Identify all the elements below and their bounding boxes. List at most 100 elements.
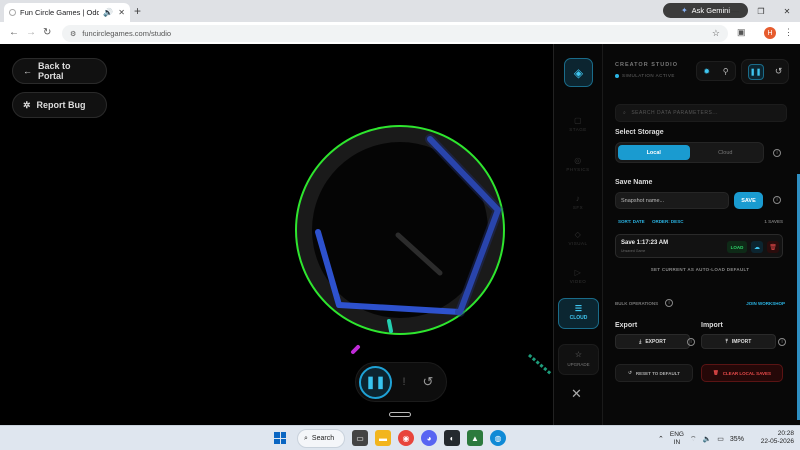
ball-cyan [387,319,393,333]
edge-icon[interactable]: ◍ [490,430,506,446]
creator-studio-panel: CREATOR STUDIO SIMULATION ACTIVE ✹ ⚲ ❚❚ … [603,44,800,425]
join-workshop-link[interactable]: JOIN WORKSHOP [746,301,785,306]
file-explorer-icon[interactable]: ▬ [375,430,391,446]
storage-toggle: Local Cloud [615,142,764,163]
panel-tool-group: ✹ ⚲ [696,61,736,81]
browser-tab-bar: Fun Circle Games | Oddly S 🔊 ✕ + ✦ Ask G… [0,0,800,22]
menu-icon[interactable]: ⋮ [784,27,793,38]
layers-icon[interactable]: ◈ [564,58,593,87]
import-label: Import [701,322,723,329]
bug-icon: ✲ [23,99,31,110]
rail-item-physics[interactable]: ◎ PHYSICS [554,156,602,172]
minimize-button[interactable]: — [722,0,748,22]
chevron-up-icon[interactable]: ⌃ [658,435,664,443]
rail-item-upgrade[interactable]: ☆ UPGRADE [558,344,599,375]
windows-start-icon[interactable] [274,432,286,444]
browser-toolbar: ← → ↻ ⚙ funcirclegames.com/studio ☆ ▣ ⋮ [0,22,800,44]
bulk-operations-label: BULK OPERATIONS [615,301,659,306]
sidebar-icon[interactable]: ▣ [737,27,746,38]
report-bug-button[interactable]: ✲ Report Bug [12,92,107,118]
address-bar[interactable]: ⚙ funcirclegames.com/studio ☆ [62,25,728,42]
pause-button[interactable]: ❚❚ [359,365,392,399]
task-view-icon[interactable]: ▭ [352,430,368,446]
window-close-button[interactable]: ✕ [774,0,800,22]
close-panel-icon[interactable]: ✕ [571,386,582,402]
drag-handle[interactable] [389,412,411,417]
save-item-title: Save 1:17:23 AM [621,240,669,246]
rail-item-video[interactable]: ▷ VIDEO [554,268,602,284]
restart-icon[interactable]: ↺ [416,374,440,390]
set-autoload-link[interactable]: SET CURRENT AS AUTO-LOAD DEFAULT [615,267,785,272]
back-to-portal-button[interactable]: ← Back to Portal [12,58,107,84]
save-button[interactable]: SAVE [734,192,763,209]
save-name-label: Save Name [615,179,653,186]
bulk-info-icon[interactable]: i [665,299,673,307]
game-canvas[interactable]: ← Back to Portal ✲ Report Bug ❚❚ ! ↺ [0,44,553,425]
storage-option-local[interactable]: Local [618,145,690,160]
wifi-icon[interactable]: ⌔ [690,435,697,444]
rail-item-sfx[interactable]: ♪ SFX [554,194,602,210]
load-button[interactable]: LOAD [727,241,747,253]
select-storage-label: Select Storage [615,129,664,136]
discord-icon[interactable]: ◕ [421,430,437,446]
save-info-icon[interactable]: i [773,196,781,204]
storage-option-cloud[interactable]: Cloud [690,145,762,160]
status-dot-icon [615,73,619,78]
github-icon[interactable]: ◐ [444,430,460,446]
export-label: Export [615,322,638,329]
save-list-item[interactable]: Save 1:17:23 AM Unsaved Game LOAD ☁ 🗑 [615,234,783,258]
save-item-subtitle: Unsaved Game [621,249,646,253]
browser-tab[interactable]: Fun Circle Games | Oddly S 🔊 ✕ [4,3,130,22]
visual-icon: ◇ [574,230,582,239]
clock[interactable]: 20:28 22-05-2026 [752,430,794,446]
search-icon: ⌕ [623,110,627,116]
star-icon: ☆ [574,350,583,359]
pin-icon[interactable]: ⚲ [723,67,729,76]
snapshot-name-input[interactable]: Snapshot name... [615,192,729,209]
new-tab-button[interactable]: + [134,4,141,18]
storage-info-icon[interactable]: i [773,149,781,157]
order-desc-button[interactable]: ORDER: DESC [652,219,684,224]
reset-to-default-button[interactable]: ↺ RESET TO DEFAULT [615,364,693,382]
clear-local-saves-button[interactable]: 🗑 CLEAR LOCAL SAVES [701,364,783,382]
sort-date-button[interactable]: SORT: DATE [618,219,645,224]
cloud-upload-icon[interactable]: ☁ [751,241,763,253]
tab-close-icon[interactable]: ✕ [118,8,125,17]
export-info-icon[interactable]: i [687,338,695,346]
trash-icon[interactable]: 🗑 [767,241,779,253]
chrome-icon[interactable]: ◉ [398,430,414,446]
export-button[interactable]: ⤓ EXPORT [615,334,690,349]
rail-item-cloud[interactable]: ☰ CLOUD [558,298,599,329]
search-input[interactable]: ⌕ SEARCH DATA PARAMETERS... [615,104,787,122]
photos-icon[interactable]: ▲ [467,430,483,446]
pause-sim-button[interactable]: ❚❚ [747,63,764,80]
volume-icon[interactable]: 🔈 [703,435,712,443]
url-text: funcirclegames.com/studio [82,29,172,38]
sun-icon[interactable]: ✹ [703,67,710,76]
sort-row: SORT: DATE ORDER: DESC 1 SAVES [618,219,783,224]
rail-item-stage[interactable]: ▢ STAGE [554,116,602,132]
import-button[interactable]: ⤒ IMPORT [701,334,776,349]
rail-item-visual[interactable]: ◇ VISUAL [554,230,602,246]
alert-icon[interactable]: ! [392,376,416,388]
reset-sim-icon[interactable]: ↺ [775,66,783,77]
battery-icon[interactable]: ▭ [717,435,724,443]
particle-trail [528,353,552,376]
maximize-button[interactable]: ❐ [748,0,774,22]
speaker-icon[interactable]: 🔊 [103,8,113,17]
trash-icon: 🗑 [712,370,719,375]
bookmark-star-icon[interactable]: ☆ [712,28,720,39]
battery-percent: 35% [729,435,744,443]
taskbar-search[interactable]: ⌕ Search [297,429,345,448]
back-arrow-icon[interactable]: ← [9,27,19,38]
profile-avatar[interactable]: H [764,27,776,39]
site-info-icon[interactable]: ⚙ [70,30,76,38]
language-indicator[interactable]: ENG IN [670,431,684,447]
reload-icon[interactable]: ↻ [43,27,51,38]
forward-arrow-icon[interactable]: → [26,27,36,38]
search-icon: ⌕ [304,434,308,442]
import-info-icon[interactable]: i [778,338,786,346]
panel-sim-controls: ❚❚ ↺ [741,59,789,84]
taskbar: ⌕ Search ▭ ▬ ◉ ◕ ◐ ▲ ◍ ⌃ ENG IN ⌔ 🔈 ▭ 35… [0,425,800,450]
panel-title: CREATOR STUDIO [615,62,678,68]
